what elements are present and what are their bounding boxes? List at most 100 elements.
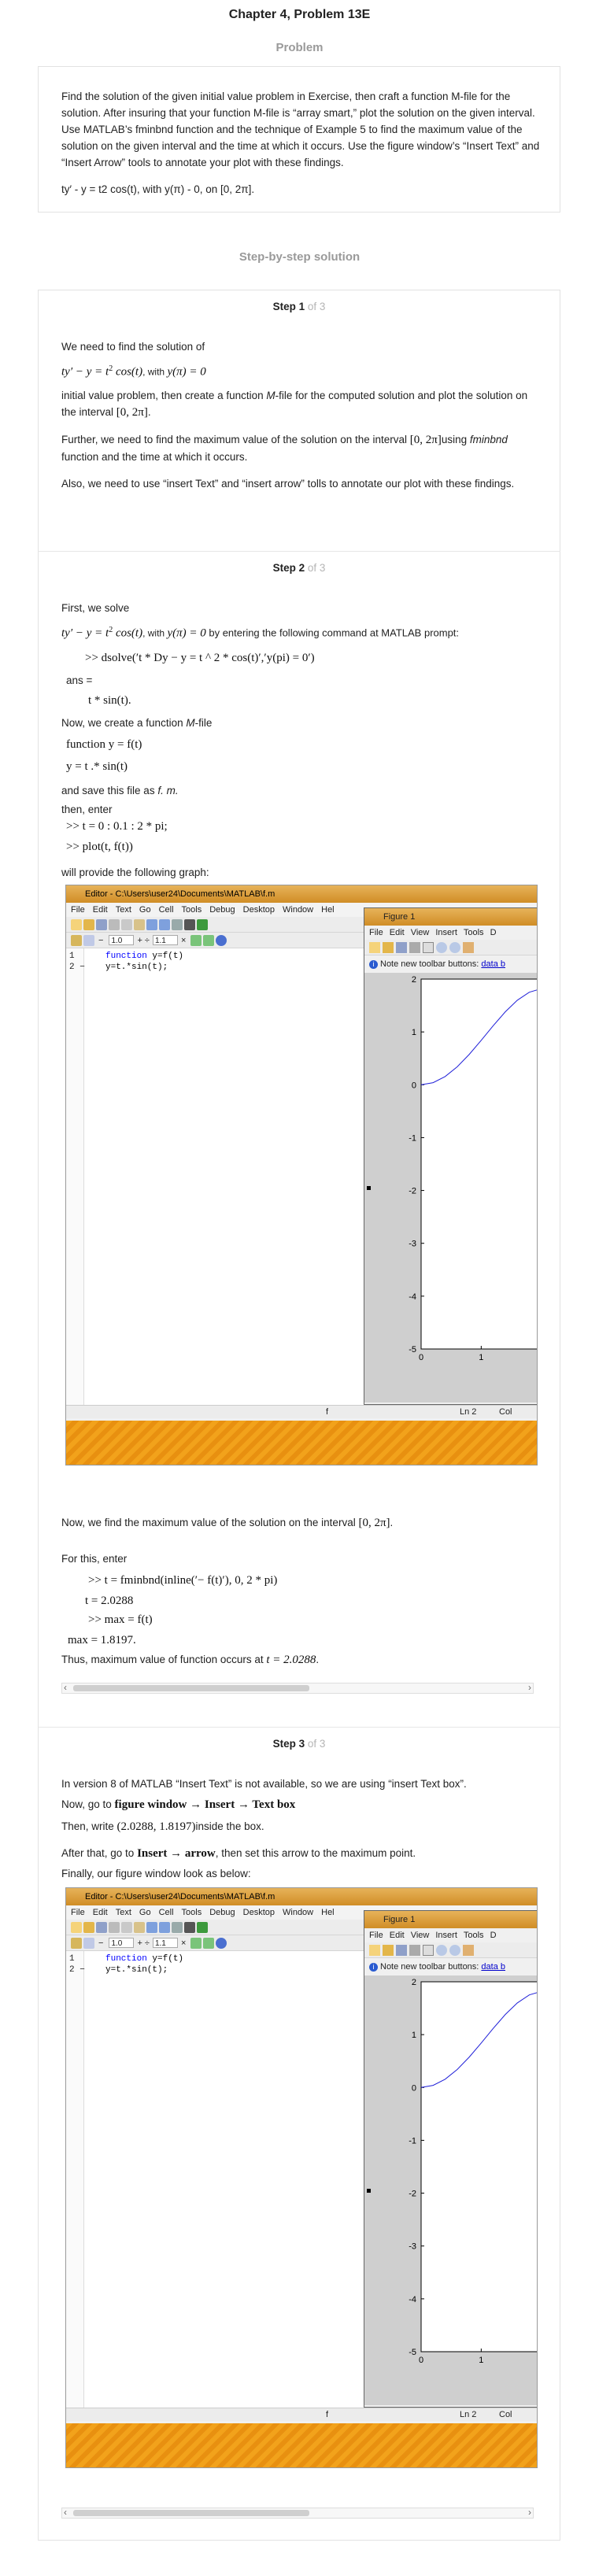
menu-window[interactable]: Window xyxy=(283,1908,313,1917)
axes-box xyxy=(420,1981,537,2352)
cell-unfold-icon[interactable] xyxy=(203,1938,215,1949)
fig-menu-view[interactable]: View xyxy=(411,928,430,937)
menu-window[interactable]: Window xyxy=(283,905,313,915)
paste-icon[interactable] xyxy=(134,1922,145,1933)
new-figure-icon[interactable] xyxy=(369,1945,380,1956)
resize-handle[interactable] xyxy=(367,1186,371,1190)
copy-icon[interactable] xyxy=(121,919,132,930)
run-icon[interactable] xyxy=(197,919,208,930)
save-icon[interactable] xyxy=(96,1922,107,1933)
scroll-left-icon[interactable]: ‹ xyxy=(64,2507,67,2518)
cell-zoom2-input[interactable]: 1.1 xyxy=(152,935,178,945)
figure-window[interactable]: Figure 1 File Edit View Insert Tools D i Note … xyxy=(364,1910,537,2408)
print-icon[interactable] xyxy=(172,919,183,930)
zoom-out-icon[interactable] xyxy=(449,1945,460,1956)
open-icon[interactable] xyxy=(383,1945,394,1956)
menu-tools[interactable]: Tools xyxy=(182,905,202,915)
copy-icon[interactable] xyxy=(121,1922,132,1933)
code-line: y=t.*sin(t); xyxy=(105,1965,168,1975)
print-icon[interactable] xyxy=(409,1945,420,1956)
help-icon[interactable] xyxy=(216,1938,227,1949)
print-icon[interactable] xyxy=(409,942,420,953)
fig-menu-view[interactable]: View xyxy=(411,1931,430,1940)
pointer-icon[interactable] xyxy=(423,1945,434,1956)
cell-fold-icon[interactable] xyxy=(190,1938,202,1949)
cell-fold-icon[interactable] xyxy=(190,935,202,946)
cell-mode-icon[interactable] xyxy=(71,1938,82,1949)
scroll-right-icon[interactable]: › xyxy=(528,1682,531,1693)
fig-menu-edit[interactable]: Edit xyxy=(390,1931,405,1940)
zoom-in-icon[interactable] xyxy=(436,1945,447,1956)
fig-menu-desktop[interactable]: D xyxy=(490,1931,497,1940)
scroll-right-icon[interactable]: › xyxy=(528,2507,531,2518)
open-folder-icon[interactable] xyxy=(83,1922,94,1933)
scroll-thumb[interactable] xyxy=(73,2510,309,2516)
redo-icon[interactable] xyxy=(159,1922,170,1933)
horizontal-scrollbar[interactable]: ‹ › xyxy=(61,2507,534,2519)
data-brushing-link[interactable]: data b xyxy=(481,959,505,969)
menu-edit[interactable]: Edit xyxy=(93,905,108,915)
fig-menu-tools[interactable]: Tools xyxy=(464,1931,484,1940)
pan-icon[interactable] xyxy=(463,942,474,953)
redo-icon[interactable] xyxy=(159,919,170,930)
cell-eval-icon[interactable] xyxy=(83,935,94,946)
zoom-in-icon[interactable] xyxy=(436,942,447,953)
save-icon[interactable] xyxy=(96,919,107,930)
menu-debug[interactable]: Debug xyxy=(209,1908,235,1917)
menu-edit[interactable]: Edit xyxy=(93,1908,108,1917)
menu-help[interactable]: Hel xyxy=(321,1908,335,1917)
fig-menu-insert[interactable]: Insert xyxy=(435,928,457,937)
find-icon[interactable] xyxy=(184,1922,195,1933)
fig-menu-file[interactable]: File xyxy=(369,928,383,937)
pan-icon[interactable] xyxy=(463,1945,474,1956)
new-figure-icon[interactable] xyxy=(369,942,380,953)
menu-file[interactable]: File xyxy=(71,1908,85,1917)
menu-debug[interactable]: Debug xyxy=(209,905,235,915)
menu-go[interactable]: Go xyxy=(139,905,151,915)
menu-help[interactable]: Hel xyxy=(321,905,335,915)
scroll-thumb[interactable] xyxy=(73,1685,309,1691)
resize-handle[interactable] xyxy=(367,2189,371,2193)
run-icon[interactable] xyxy=(197,1922,208,1933)
open-folder-icon[interactable] xyxy=(83,919,94,930)
menu-go[interactable]: Go xyxy=(139,1908,151,1917)
cell-mode-icon[interactable] xyxy=(71,935,82,946)
zoom-out-icon[interactable] xyxy=(449,942,460,953)
undo-icon[interactable] xyxy=(146,1922,157,1933)
menu-desktop[interactable]: Desktop xyxy=(243,905,275,915)
cut-icon[interactable] xyxy=(109,1922,120,1933)
save-icon[interactable] xyxy=(396,1945,407,1956)
undo-icon[interactable] xyxy=(146,919,157,930)
new-file-icon[interactable] xyxy=(71,919,82,930)
fig-menu-file[interactable]: File xyxy=(369,1931,383,1940)
data-brushing-link[interactable]: data b xyxy=(481,1962,505,1972)
menu-file[interactable]: File xyxy=(71,905,85,915)
cell-eval-icon[interactable] xyxy=(83,1938,94,1949)
cut-icon[interactable] xyxy=(109,919,120,930)
fig-menu-edit[interactable]: Edit xyxy=(390,928,405,937)
cell-zoom2-input[interactable]: 1.1 xyxy=(152,1938,178,1948)
paste-icon[interactable] xyxy=(134,919,145,930)
find-icon[interactable] xyxy=(184,919,195,930)
menu-cell[interactable]: Cell xyxy=(159,905,174,915)
cell-zoom1-input[interactable]: 1.0 xyxy=(109,935,135,945)
menu-cell[interactable]: Cell xyxy=(159,1908,174,1917)
fig-menu-insert[interactable]: Insert xyxy=(435,1931,457,1940)
menu-text[interactable]: Text xyxy=(116,1908,131,1917)
menu-desktop[interactable]: Desktop xyxy=(243,1908,275,1917)
fig-menu-tools[interactable]: Tools xyxy=(464,928,484,937)
horizontal-scrollbar[interactable]: ‹ › xyxy=(61,1682,534,1694)
new-file-icon[interactable] xyxy=(71,1922,82,1933)
open-icon[interactable] xyxy=(383,942,394,953)
figure-window[interactable]: Figure 1 File Edit View Insert Tools D i Note … xyxy=(364,907,537,1405)
menu-tools[interactable]: Tools xyxy=(182,1908,202,1917)
save-icon[interactable] xyxy=(396,942,407,953)
help-icon[interactable] xyxy=(216,935,227,946)
scroll-left-icon[interactable]: ‹ xyxy=(64,1682,67,1693)
pointer-icon[interactable] xyxy=(423,942,434,953)
print-icon[interactable] xyxy=(172,1922,183,1933)
fig-menu-desktop[interactable]: D xyxy=(490,928,497,937)
cell-zoom1-input[interactable]: 1.0 xyxy=(109,1938,135,1948)
menu-text[interactable]: Text xyxy=(116,905,131,915)
cell-unfold-icon[interactable] xyxy=(203,935,215,946)
